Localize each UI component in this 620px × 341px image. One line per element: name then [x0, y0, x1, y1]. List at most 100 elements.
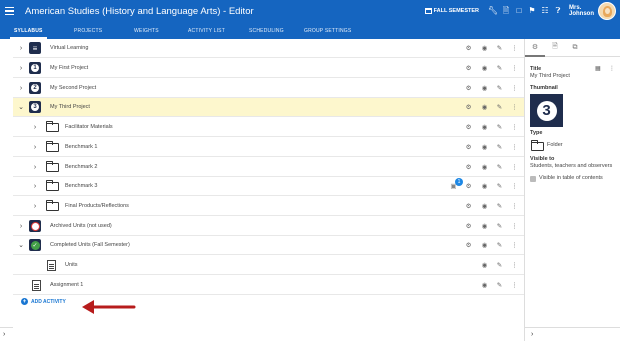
- more-icon[interactable]: ⋮: [510, 103, 519, 112]
- tab-scheduling[interactable]: SCHEDULING: [249, 22, 284, 39]
- user-name[interactable]: Mrs. Johnson: [569, 5, 594, 18]
- settings-icon[interactable]: ⚙: [464, 202, 473, 211]
- edit-icon[interactable]: ✎: [495, 222, 504, 231]
- menu-icon[interactable]: [5, 6, 21, 16]
- eye-icon[interactable]: ◉: [480, 261, 489, 270]
- add-activity-button[interactable]: + ADD ACTIVITY: [21, 298, 66, 305]
- settings-icon[interactable]: ⚙: [464, 241, 473, 250]
- more-icon[interactable]: ⋮: [510, 222, 519, 231]
- settings-icon[interactable]: ⚙: [464, 123, 473, 132]
- settings-icon[interactable]: ⚙: [464, 222, 473, 231]
- eye-icon[interactable]: ◉: [480, 241, 489, 250]
- list-item[interactable]: ⌄ ✓ Completed Units (Fall Semester) ⚙ ◉ …: [13, 236, 524, 255]
- edit-icon[interactable]: ✎: [495, 64, 504, 73]
- settings-icon[interactable]: ⚙: [464, 84, 473, 93]
- chevron-right-icon[interactable]: ›: [17, 223, 25, 230]
- help-icon[interactable]: ❓︎: [552, 6, 564, 16]
- more-icon[interactable]: ⋮: [510, 44, 519, 53]
- tab-activity-list[interactable]: ACTIVITY LIST: [188, 22, 225, 39]
- list-item[interactable]: › 2 My Second Project ⚙ ◉ ✎ ⋮: [13, 79, 524, 98]
- list-item[interactable]: › Benchmark 2 ⚙ ◉ ✎ ⋮: [13, 158, 524, 177]
- list-item[interactable]: Units ◉ ✎ ⋮: [13, 256, 524, 275]
- more-icon[interactable]: ⋮: [510, 202, 519, 211]
- settings-icon[interactable]: ⚙: [464, 143, 473, 152]
- eye-icon[interactable]: ◉: [480, 143, 489, 152]
- wrench-icon[interactable]: 🔧︎: [487, 6, 499, 16]
- eye-icon[interactable]: ◉: [480, 163, 489, 172]
- chevron-right-icon[interactable]: ›: [17, 45, 25, 52]
- expand-panel-button[interactable]: ›: [525, 327, 620, 341]
- list-item[interactable]: › Facilitator Materials ⚙ ◉ ✎ ⋮: [13, 118, 524, 137]
- edit-icon[interactable]: ✎: [495, 143, 504, 152]
- more-icon[interactable]: ⋮: [609, 65, 615, 72]
- chevron-right-icon[interactable]: ›: [31, 183, 39, 190]
- more-icon[interactable]: ⋮: [510, 261, 519, 270]
- chevron-right-icon[interactable]: ›: [31, 203, 39, 210]
- document-icon[interactable]: 🗎: [500, 6, 512, 16]
- eye-icon[interactable]: ◉: [480, 123, 489, 132]
- eye-icon[interactable]: ◉: [480, 222, 489, 231]
- edit-icon[interactable]: ✎: [495, 84, 504, 93]
- edit-icon[interactable]: ✎: [495, 202, 504, 211]
- settings-icon[interactable]: ⚙: [464, 103, 473, 112]
- clipboard-icon[interactable]: □: [513, 6, 525, 16]
- list-item[interactable]: › Benchmark 1 ⚙ ◉ ✎ ⋮: [13, 138, 524, 157]
- edit-icon[interactable]: ✎: [495, 163, 504, 172]
- list-item[interactable]: › Final Products/Reflections ⚙ ◉ ✎ ⋮: [13, 197, 524, 216]
- semester-selector[interactable]: FALL SEMESTER: [424, 8, 479, 14]
- edit-icon[interactable]: ✎: [495, 44, 504, 53]
- edit-icon[interactable]: ✎: [495, 182, 504, 191]
- eye-icon[interactable]: ◉: [480, 103, 489, 112]
- list-item-selected[interactable]: ⌄ 3 My Third Project ⚙ ◉ ✎ ⋮: [13, 98, 524, 117]
- edit-icon[interactable]: ✎: [495, 123, 504, 132]
- settings-icon[interactable]: ⚙: [464, 182, 473, 191]
- settings-icon[interactable]: ⚙: [464, 64, 473, 73]
- more-icon[interactable]: ⋮: [510, 84, 519, 93]
- edit-icon[interactable]: ✎: [495, 281, 504, 290]
- chevron-down-icon[interactable]: ⌄: [17, 241, 25, 249]
- grid-icon[interactable]: ☷: [539, 6, 551, 16]
- tab-group-settings[interactable]: GROUP SETTINGS: [304, 22, 351, 39]
- chevron-right-icon[interactable]: ›: [17, 85, 25, 92]
- eye-icon[interactable]: ◉: [480, 84, 489, 93]
- eye-icon[interactable]: ◉: [480, 64, 489, 73]
- list-item[interactable]: › ≡ Virtual Learning ⚙ ◉ ✎ ⋮: [13, 39, 524, 58]
- flag-icon[interactable]: ⚑: [526, 6, 538, 16]
- tab-projects[interactable]: PROJECTS: [74, 22, 102, 39]
- edit-icon[interactable]: ✎: [495, 241, 504, 250]
- more-icon[interactable]: ⋮: [510, 123, 519, 132]
- list-item[interactable]: › Archived Units (not used) ⚙ ◉ ✎ ⋮: [13, 217, 524, 236]
- document-tab-icon[interactable]: 🗎: [545, 39, 565, 57]
- list-item[interactable]: Assignment 1 ◉ ✎ ⋮: [13, 276, 524, 295]
- chevron-down-icon[interactable]: ⌄: [17, 103, 25, 111]
- more-icon[interactable]: ⋮: [510, 281, 519, 290]
- copy-tab-icon[interactable]: ⧉: [565, 39, 585, 57]
- edit-icon[interactable]: ✎: [495, 103, 504, 112]
- eye-icon[interactable]: ◉: [480, 182, 489, 191]
- more-icon[interactable]: ⋮: [510, 182, 519, 191]
- more-icon[interactable]: ⋮: [510, 163, 519, 172]
- avatar[interactable]: [598, 2, 616, 20]
- settings-icon[interactable]: ⚙: [464, 44, 473, 53]
- settings-icon[interactable]: ⚙: [464, 163, 473, 172]
- chevron-right-icon[interactable]: ›: [17, 65, 25, 72]
- settings-tab-icon[interactable]: ⚙: [525, 39, 545, 57]
- expand-left-button[interactable]: ›: [0, 327, 13, 341]
- chevron-right-icon[interactable]: ›: [31, 164, 39, 171]
- tab-syllabus[interactable]: SYLLABUS: [10, 22, 47, 39]
- list-item[interactable]: › Benchmark 3 ▣ 1 ⚙ ◉ ✎ ⋮: [13, 177, 524, 196]
- calendar-icon[interactable]: ▦: [595, 65, 601, 72]
- more-icon[interactable]: ⋮: [510, 241, 519, 250]
- more-icon[interactable]: ⋮: [510, 143, 519, 152]
- eye-icon[interactable]: ◉: [480, 202, 489, 211]
- chevron-right-icon[interactable]: ›: [31, 124, 39, 131]
- eye-icon[interactable]: ◉: [480, 281, 489, 290]
- toc-checkbox[interactable]: [530, 176, 536, 182]
- chevron-right-icon[interactable]: ›: [31, 144, 39, 151]
- list-item[interactable]: › 1 My First Project ⚙ ◉ ✎ ⋮: [13, 59, 524, 78]
- tab-weights[interactable]: WEIGHTS: [134, 22, 159, 39]
- more-icon[interactable]: ⋮: [510, 64, 519, 73]
- eye-icon[interactable]: ◉: [480, 44, 489, 53]
- edit-icon[interactable]: ✎: [495, 261, 504, 270]
- thumbnail-image[interactable]: 3: [530, 94, 563, 127]
